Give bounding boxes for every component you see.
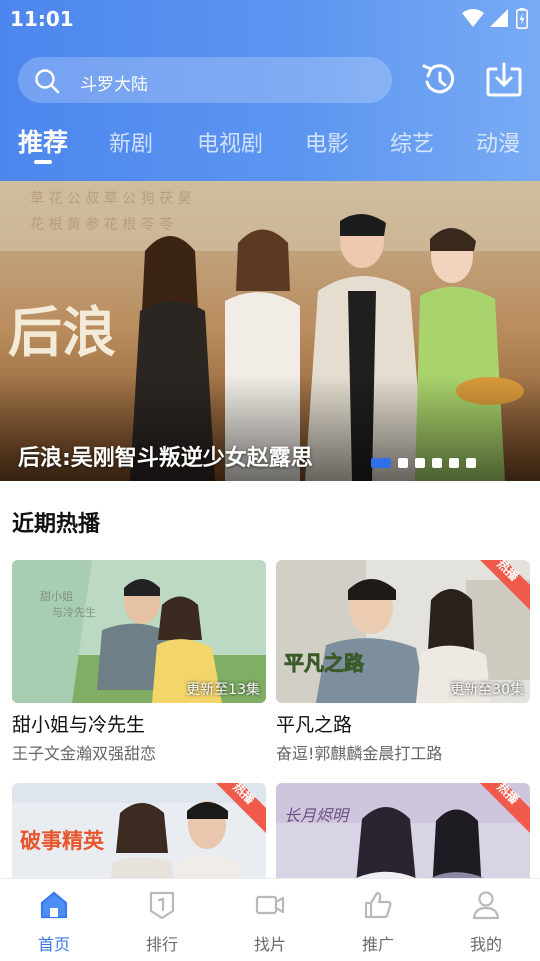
history-button[interactable] — [419, 60, 459, 100]
pagination-dot — [371, 458, 391, 468]
pagination-dot — [466, 458, 476, 468]
search-query-text: 斗罗大陆 — [80, 75, 148, 95]
show-title: 甜小姐与冷先生 — [12, 714, 146, 736]
show-title: 平凡之路 — [276, 714, 353, 736]
show-thumbnail: 甜小姐与冷先生 更新至13集 — [12, 560, 266, 703]
tab-tv-series[interactable]: 电视剧 — [197, 126, 263, 158]
status-bar: 11:01 — [0, 0, 540, 38]
svg-text:甜小姐: 甜小姐 — [40, 589, 73, 603]
tab-anime[interactable]: 动漫 — [476, 126, 520, 158]
tab-movies[interactable]: 电影 — [305, 126, 349, 158]
header: 11:01 斗罗大陆 推荐 新剧 电视剧 电影 综艺 动漫 — [0, 0, 540, 181]
nav-label: 推广 — [361, 935, 394, 954]
nav-home[interactable]: 首页 — [0, 879, 108, 961]
nav-mine[interactable]: 我的 — [432, 879, 540, 961]
banner-title: 后浪:吴刚智斗叛逆少女赵露思 — [18, 446, 313, 471]
search-icon — [35, 69, 60, 94]
wifi-icon — [462, 9, 484, 27]
pagination-dot — [432, 458, 442, 468]
show-poster-text: 平凡之路 — [284, 651, 365, 675]
show-thumbnail: 长月烬明 热播 — [276, 783, 530, 878]
pagination-dot — [449, 458, 459, 468]
history-icon — [422, 64, 455, 94]
section-title: 近期热播 — [12, 512, 101, 537]
show-poster-text: 破事精英 — [20, 829, 105, 853]
nav-label: 找片 — [253, 935, 286, 954]
thumbs-up-icon — [364, 891, 392, 919]
banner-poster-image: 草 花 公 叔 草 公 狗 茯 昊 花 根 黄 参 花 根 苓 苓 后浪 — [0, 181, 540, 481]
nav-label: 首页 — [37, 935, 70, 954]
show-subtitle: 奋逗!郭麒麟金晨打工路 — [276, 744, 443, 763]
show-card[interactable]: 长月烬明 热播 — [276, 783, 530, 878]
show-subtitle: 王子文金瀚双强甜恋 — [12, 744, 157, 763]
tab-indicator — [34, 160, 52, 164]
show-thumbnail: 平凡之路 热播 更新至30集 — [276, 560, 530, 703]
ranking-icon — [149, 891, 175, 920]
nav-find-video[interactable]: 找片 — [216, 879, 324, 961]
show-card[interactable]: 破事精英 热播 — [12, 783, 266, 878]
tab-variety[interactable]: 综艺 — [390, 126, 434, 158]
status-time: 11:01 — [10, 7, 74, 31]
video-camera-icon — [255, 895, 285, 915]
show-thumbnail: 破事精英 热播 — [12, 783, 266, 878]
signal-icon — [490, 9, 508, 27]
nav-ranking[interactable]: 排行 — [108, 879, 216, 961]
svg-text:与冷先生: 与冷先生 — [52, 605, 96, 619]
episode-count: 更新至13集 — [186, 682, 260, 698]
tab-recommend[interactable]: 推荐 — [18, 123, 68, 159]
tab-new-drama[interactable]: 新剧 — [109, 126, 153, 158]
hero-banner[interactable]: 草 花 公 叔 草 公 狗 茯 昊 花 根 黄 参 花 根 苓 苓 后浪 — [0, 181, 540, 481]
pagination-dot — [415, 458, 425, 468]
battery-icon — [516, 8, 528, 29]
nav-label: 排行 — [145, 935, 178, 954]
show-poster-text: 长月烬明 — [284, 806, 351, 825]
download-button[interactable] — [484, 60, 524, 100]
home-icon — [40, 891, 68, 919]
pagination-dot — [398, 458, 408, 468]
search-bar[interactable]: 斗罗大陆 — [18, 57, 392, 103]
nav-label: 我的 — [469, 935, 502, 954]
episode-count: 更新至30集 — [450, 682, 524, 698]
nav-promote[interactable]: 推广 — [324, 879, 432, 961]
bottom-nav: 首页 排行 找片 推广 我的 — [0, 878, 540, 961]
category-tabs: 推荐 新剧 电视剧 电影 综艺 动漫 — [0, 120, 540, 170]
user-icon — [472, 891, 500, 920]
download-icon — [486, 62, 522, 97]
